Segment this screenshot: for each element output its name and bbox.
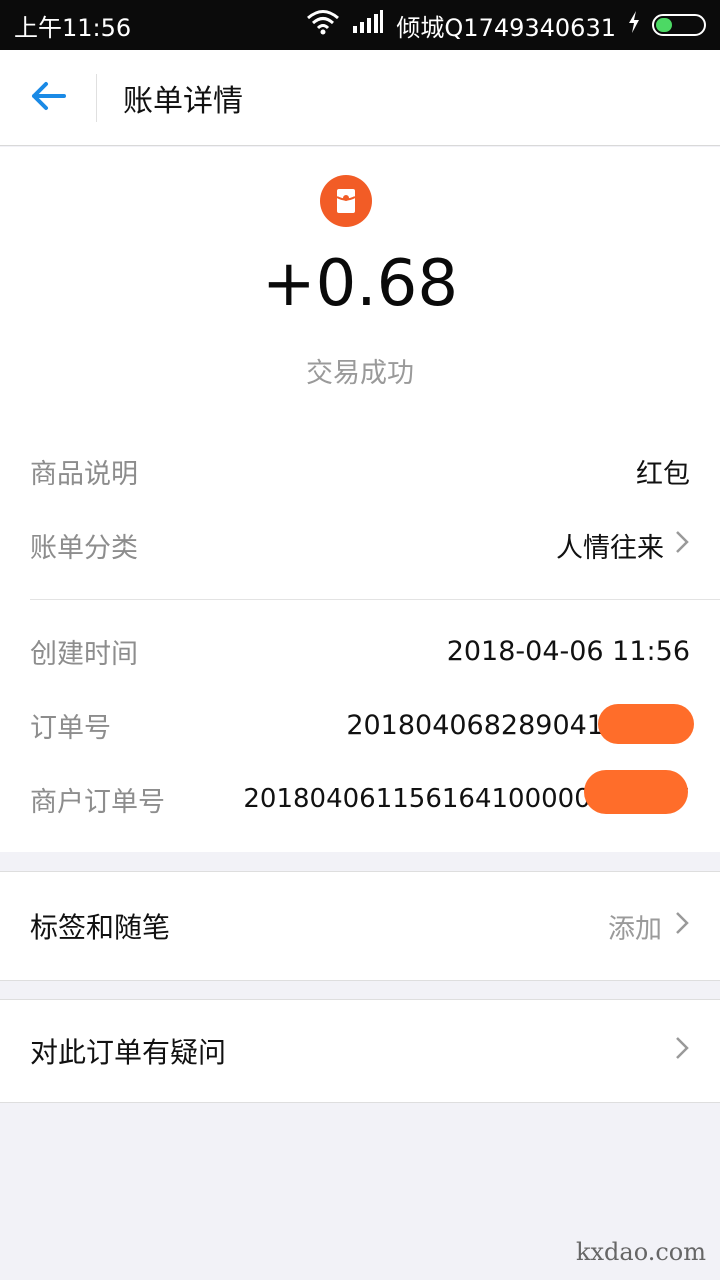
details-divider (30, 599, 720, 600)
category-label: 账单分类 (30, 532, 138, 564)
charging-icon (628, 11, 640, 39)
battery-icon (652, 14, 706, 36)
red-envelope-icon (320, 175, 372, 227)
wifi-icon (306, 9, 340, 41)
back-arrow-icon (30, 81, 66, 115)
chevron-right-icon (674, 529, 690, 562)
battery-level (656, 18, 673, 32)
redaction-mark (598, 704, 694, 744)
status-right: 倾城Q1749340631 (306, 8, 706, 43)
created-time-text: 2018-04-06 11:56 (446, 635, 690, 667)
order-number-text: 201804068289041 (346, 709, 604, 741)
header-divider (96, 73, 97, 122)
order-question-action (674, 1035, 690, 1068)
tags-notes-label: 标签和随笔 (30, 911, 171, 944)
product-value: 红包 (636, 452, 690, 491)
tags-notes-row[interactable]: 标签和随笔 添加 (0, 871, 720, 981)
status-bar: 上午11:56 倾城Q1749340631 (0, 0, 720, 50)
created-time-row: 创建时间 2018-04-06 11:56 (30, 621, 690, 681)
chevron-right-icon (674, 1035, 690, 1068)
tags-notes-action: 添加 (608, 907, 690, 946)
product-value-text: 红包 (636, 458, 690, 490)
back-button[interactable] (0, 50, 96, 146)
redaction-mark (584, 770, 688, 814)
product-row: 商品说明 红包 (30, 441, 690, 501)
status-time: 上午11:56 (14, 13, 132, 42)
category-value-text: 人情往来 (556, 532, 664, 564)
product-label: 商品说明 (30, 458, 138, 490)
category-value: 人情往来 (556, 526, 690, 565)
order-number-label: 订单号 (30, 712, 111, 744)
signal-icon (352, 10, 384, 40)
add-link: 添加 (608, 913, 662, 945)
order-number-row: 订单号 201804068289041 (30, 695, 690, 755)
transaction-status: 交易成功 (306, 358, 414, 389)
carrier-name: 倾城Q1749340631 (396, 13, 616, 42)
page-title: 账单详情 (123, 83, 243, 119)
order-question-label: 对此订单有疑问 (30, 1036, 227, 1069)
merchant-order-label: 商户订单号 (30, 786, 165, 818)
chevron-right-icon (674, 910, 690, 943)
watermark: kxdao.com (575, 1238, 706, 1266)
created-time-label: 创建时间 (30, 638, 138, 670)
created-time-value: 2018-04-06 11:56 (447, 636, 690, 667)
category-row[interactable]: 账单分类 人情往来 (30, 515, 690, 575)
header: 账单详情 (0, 50, 720, 146)
amount: +0.68 (261, 247, 459, 321)
bill-summary: +0.68 交易成功 商品说明 红包 账单分类 人情往来 创建时间 2018-0… (0, 147, 720, 852)
order-question-row[interactable]: 对此订单有疑问 (0, 999, 720, 1103)
